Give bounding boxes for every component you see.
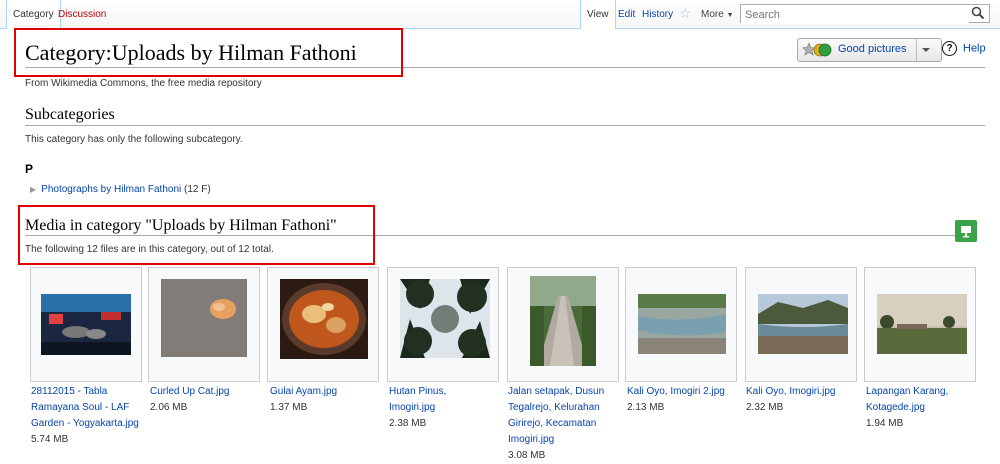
subcategory-count: (12 F)	[184, 184, 211, 195]
thumbnail-image[interactable]	[758, 294, 848, 354]
file-size: 3.08 MB	[508, 450, 546, 461]
watch-star-icon[interactable]: ☆	[679, 5, 692, 22]
thumbnail-image[interactable]	[161, 279, 247, 357]
medal-icon	[803, 42, 832, 57]
top-tab-bar: Category Discussion View Edit History ☆ …	[0, 0, 1000, 29]
site-tagline: From Wikimedia Commons, the free media r…	[25, 78, 262, 89]
file-name-link[interactable]: Hutan Pinus, Imogiri.jpg	[389, 384, 489, 416]
tab-discussion[interactable]: Discussion	[52, 0, 112, 28]
thumbnail-image[interactable]	[41, 294, 131, 355]
good-pictures-button[interactable]: Good pictures	[797, 38, 942, 62]
thumbnail-image[interactable]	[280, 279, 368, 359]
gallery-caption-6: Kali Oyo, Imogiri.jpg 2.32 MB	[746, 384, 862, 416]
gallery-item-2[interactable]	[267, 267, 379, 382]
file-size: 2.06 MB	[150, 402, 188, 413]
gallery-item-6[interactable]	[745, 267, 857, 382]
file-name-link[interactable]: Gulai Ayam.jpg	[270, 384, 386, 400]
gallery-caption-0: 28112015 - Tabla Ramayana Soul - LAF Gar…	[31, 384, 147, 448]
gallery-caption-1: Curled Up Cat.jpg 2.06 MB	[150, 384, 266, 416]
gallery-caption-5: Kali Oyo, Imogiri 2.jpg 2.13 MB	[627, 384, 743, 416]
file-size: 2.38 MB	[389, 418, 427, 429]
more-menu[interactable]: More ▼	[695, 0, 740, 28]
gallery-item-3[interactable]	[387, 267, 499, 382]
gallery-caption-3: Hutan Pinus, Imogiri.jpg 2.38 MB	[389, 384, 489, 432]
file-size: 1.94 MB	[866, 418, 904, 429]
file-size: 1.37 MB	[270, 402, 308, 413]
subcategories-heading: Subcategories	[25, 106, 115, 123]
gallery-caption-7: Lapangan Karang, Kotagede.jpg 1.94 MB	[866, 384, 976, 432]
file-size: 2.32 MB	[746, 402, 784, 413]
help-label: Help	[963, 42, 986, 55]
gallery-item-5[interactable]	[625, 267, 737, 382]
slideshow-button[interactable]	[955, 220, 977, 242]
highlight-box-title	[14, 28, 403, 77]
tab-view[interactable]: View	[580, 0, 616, 29]
search-icon[interactable]	[971, 6, 985, 20]
file-name-link[interactable]: Jalan setapak, Dusun Tegalrejo, Keluraha…	[508, 384, 618, 448]
file-size: 2.13 MB	[627, 402, 665, 413]
subcategories-intro: This category has only the following sub…	[25, 134, 243, 145]
button-separator	[916, 39, 917, 61]
file-size: 5.74 MB	[31, 434, 69, 445]
gallery-item-4[interactable]	[507, 267, 619, 382]
dropdown-arrow-icon[interactable]	[922, 48, 930, 52]
chevron-down-icon: ▼	[726, 12, 734, 19]
file-name-link[interactable]: Kali Oyo, Imogiri.jpg	[746, 384, 862, 400]
subcategories-divider	[25, 125, 985, 126]
gallery-item-7[interactable]	[864, 267, 976, 382]
good-pictures-label: Good pictures	[838, 43, 907, 55]
search-input[interactable]	[741, 6, 969, 24]
more-label: More	[701, 9, 724, 20]
file-name-link[interactable]: 28112015 - Tabla Ramayana Soul - LAF Gar…	[31, 384, 147, 432]
thumbnail-image[interactable]	[400, 279, 490, 358]
highlight-box-media	[18, 205, 375, 265]
file-name-link[interactable]: Curled Up Cat.jpg	[150, 384, 266, 400]
search-box	[740, 4, 990, 24]
gallery-item-1[interactable]	[148, 267, 260, 382]
file-name-link[interactable]: Kali Oyo, Imogiri 2.jpg	[627, 384, 743, 400]
help-link[interactable]: ? Help	[942, 41, 986, 56]
thumbnail-image[interactable]	[877, 294, 967, 354]
file-name-link[interactable]: Lapangan Karang, Kotagede.jpg	[866, 384, 976, 416]
help-icon: ?	[942, 41, 957, 56]
gallery-caption-4: Jalan setapak, Dusun Tegalrejo, Keluraha…	[508, 384, 618, 464]
tab-history[interactable]: History	[636, 0, 679, 28]
gallery-item-0[interactable]	[30, 267, 142, 382]
gallery-caption-2: Gulai Ayam.jpg 1.37 MB	[270, 384, 386, 416]
subcategory-link[interactable]: Photographs by Hilman Fathoni	[41, 184, 181, 195]
expand-triangle-icon[interactable]: ▶	[30, 185, 36, 194]
slideshow-icon	[961, 226, 971, 238]
thumbnail-image[interactable]	[638, 294, 726, 354]
thumbnail-image[interactable]	[530, 276, 596, 366]
subcategory-letter: P	[25, 162, 34, 176]
subcategory-item: ▶ Photographs by Hilman Fathoni (12 F)	[30, 184, 211, 195]
